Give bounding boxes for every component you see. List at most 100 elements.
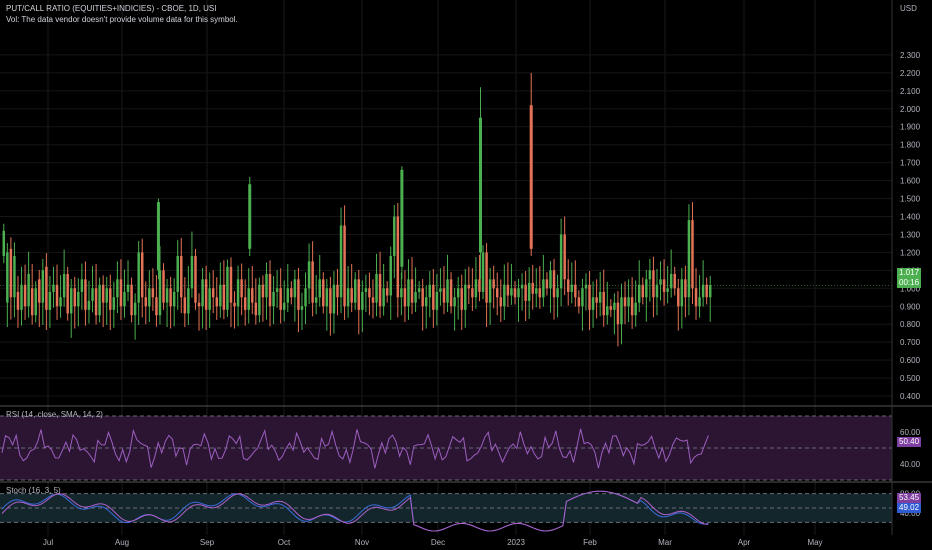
candle-body	[211, 288, 215, 298]
candle-body	[708, 285, 712, 298]
price-tick: 0.800	[900, 320, 921, 329]
candle-body	[59, 297, 62, 307]
candle-body	[655, 284, 659, 298]
candle-body	[45, 266, 48, 310]
candle-body	[48, 291, 52, 310]
candle-body	[126, 284, 130, 292]
candle-body	[687, 220, 691, 298]
candle-body	[318, 279, 321, 298]
candle-body	[290, 288, 293, 298]
candle-body	[329, 288, 332, 314]
candle-body	[517, 288, 520, 298]
time-tick: 2023	[507, 538, 525, 547]
candle-body	[453, 297, 456, 307]
candle-body	[116, 279, 119, 298]
candle-body	[194, 255, 197, 303]
candle-body	[389, 255, 392, 296]
candle-body	[666, 288, 669, 292]
chart-title: PUT/CALL RATIO (EQUITIES+INDICIES) - CBO…	[6, 4, 217, 13]
candle-body	[361, 291, 364, 310]
price-tick: 1.400	[900, 213, 921, 222]
candle-body	[602, 291, 605, 316]
candle-body	[424, 297, 428, 307]
candle-body	[684, 279, 687, 298]
candle-body	[570, 284, 574, 292]
candle-body	[471, 288, 474, 298]
price-tick: 0.400	[900, 392, 921, 401]
candle-body	[322, 279, 325, 307]
rsi-label[interactable]: RSI (14, close, SMA, 14, 2)	[6, 410, 103, 419]
candle-body	[698, 297, 701, 307]
candle-body	[219, 284, 222, 307]
candle-body	[98, 284, 101, 316]
candle-body	[80, 279, 84, 292]
candle-body	[414, 291, 417, 303]
candle-body	[620, 297, 623, 325]
candle-body	[566, 279, 570, 292]
candle-body	[464, 284, 467, 310]
time-axis[interactable]: Jul Aug Sep Oct Nov Dec 2023 Feb Mar Apr May	[43, 538, 823, 547]
candle-body	[549, 270, 552, 289]
candle-body	[435, 291, 439, 310]
candle-body	[137, 252, 140, 303]
candle-body	[215, 297, 219, 307]
stoch-band	[0, 493, 892, 523]
volume-note: Vol: The data vendor doesn't provide vol…	[6, 15, 238, 24]
candle-body	[268, 273, 272, 307]
candle-body	[634, 302, 637, 316]
candle-body	[478, 279, 481, 292]
candle-body	[492, 279, 495, 289]
time-tick: Sep	[200, 538, 215, 547]
candle-body	[524, 284, 527, 301]
candle-body	[371, 297, 375, 303]
candle-body	[140, 252, 144, 298]
candle-body	[226, 266, 229, 310]
candle-body	[23, 284, 27, 307]
candle-body	[630, 297, 634, 316]
candle-body	[286, 288, 290, 303]
candle-body	[311, 261, 314, 303]
candle-body	[669, 273, 673, 289]
candle-body	[527, 282, 531, 301]
candle-body	[350, 288, 353, 303]
price-tick: 1.900	[900, 123, 921, 132]
candle-body	[272, 291, 275, 307]
candle-body	[456, 288, 460, 298]
candle-body	[556, 288, 559, 298]
candle-body	[606, 306, 609, 316]
candle-body	[16, 291, 20, 310]
candle-body	[94, 288, 98, 316]
candle-body	[513, 288, 517, 298]
price-tick: 1.200	[900, 248, 921, 257]
candle-body	[503, 284, 506, 307]
candle-body	[652, 270, 655, 298]
candle-body	[236, 279, 240, 307]
candle-body	[2, 230, 6, 256]
candle-body	[304, 288, 307, 307]
candle-body	[151, 288, 155, 298]
candle-body	[393, 216, 396, 256]
stoch-label[interactable]: Stoch (16, 3, 5)	[6, 486, 61, 495]
candle-body	[428, 284, 432, 298]
price-tick: 1.500	[900, 195, 921, 204]
candle-body	[73, 288, 77, 307]
candle-body	[247, 288, 250, 310]
price-tick: 1.300	[900, 230, 921, 239]
currency-label: USD	[900, 4, 917, 13]
candle-body	[148, 288, 151, 307]
candle-body	[130, 284, 133, 316]
candle-body	[403, 288, 407, 307]
candle-body	[187, 288, 190, 314]
last-price-badge: 1.017	[897, 268, 922, 278]
time-tick: Oct	[278, 538, 291, 547]
spike-body	[400, 169, 404, 267]
chart-canvas[interactable]: 2.300 2.200 2.100 2.000 1.900 1.800 1.700 1.600…	[0, 0, 932, 550]
candle-body	[30, 288, 34, 316]
time-tick: Nov	[355, 538, 369, 547]
candle-body	[27, 273, 30, 307]
candle-body	[229, 266, 233, 303]
price-tick: 0.500	[900, 374, 921, 383]
candle-body	[591, 297, 595, 310]
candle-body	[282, 302, 286, 310]
candle-body	[531, 282, 534, 294]
